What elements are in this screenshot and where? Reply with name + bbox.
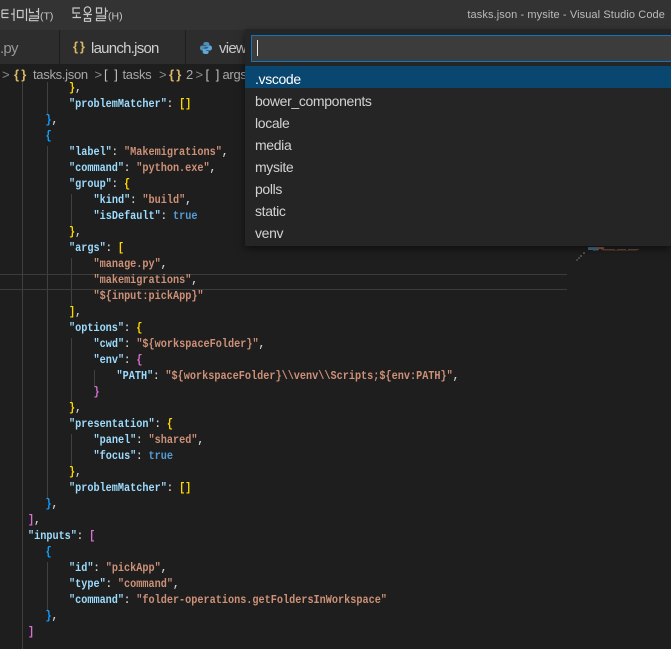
- svg-text:(H): (H): [108, 11, 123, 23]
- svg-text:(T): (T): [40, 11, 53, 23]
